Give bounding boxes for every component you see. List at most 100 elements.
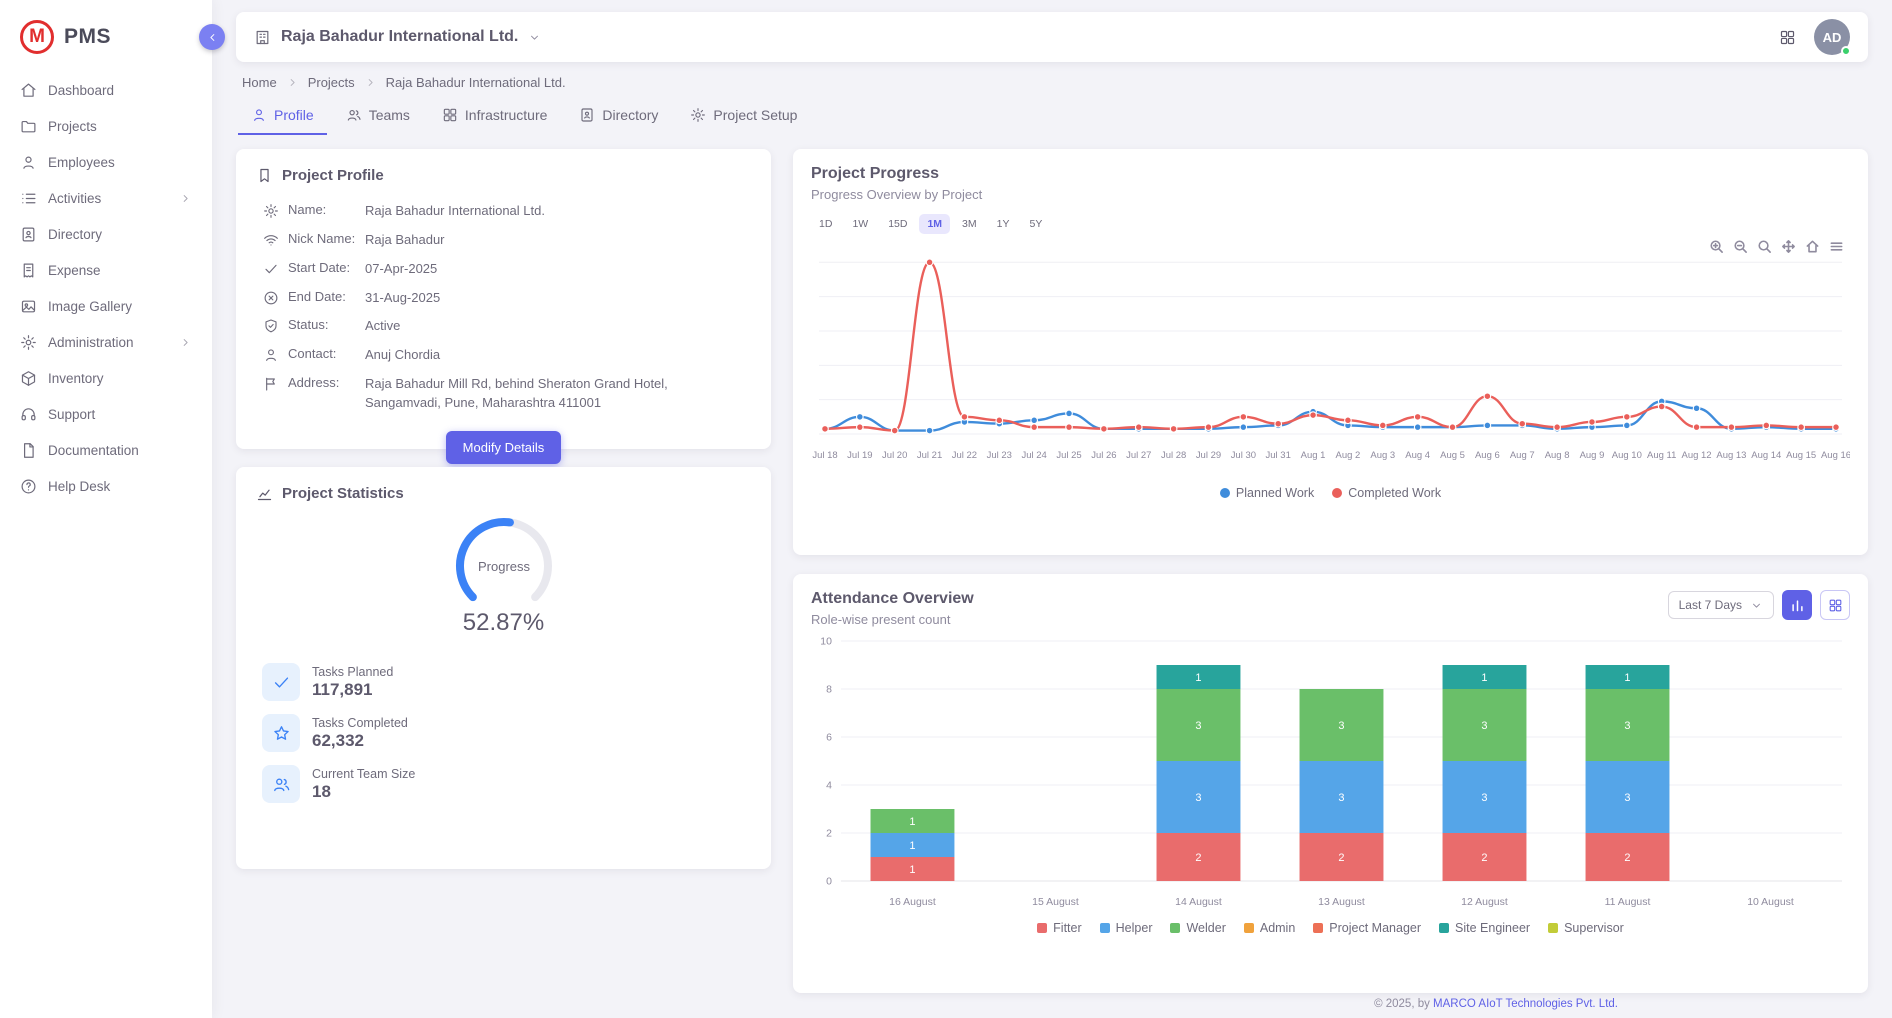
bookmark-icon bbox=[256, 167, 273, 184]
legend-marker bbox=[1244, 923, 1254, 933]
left-column: Project Profile Name: Raja Bahadur Inter… bbox=[236, 149, 771, 993]
svg-text:3: 3 bbox=[1624, 792, 1630, 804]
home-icon bbox=[20, 82, 37, 99]
card-header: Project Profile bbox=[256, 167, 751, 184]
field-name: Name: Raja Bahadur International Ltd. bbox=[256, 197, 751, 226]
svg-text:Aug 13: Aug 13 bbox=[1716, 450, 1746, 461]
field-label: End Date: bbox=[288, 289, 356, 304]
svg-text:1: 1 bbox=[909, 864, 915, 876]
svg-text:1: 1 bbox=[1624, 672, 1630, 684]
legend-item[interactable]: Admin bbox=[1244, 921, 1295, 935]
sidebar-item-label: Documentation bbox=[48, 443, 139, 458]
table-view-button[interactable] bbox=[1820, 590, 1850, 620]
user-icon bbox=[263, 347, 279, 363]
progress-line-chart[interactable]: Jul 18Jul 19Jul 20Jul 21Jul 22Jul 23Jul … bbox=[811, 236, 1850, 486]
legend-marker bbox=[1332, 488, 1342, 498]
company-selector[interactable]: Raja Bahadur International Ltd. bbox=[254, 28, 541, 46]
sidebar-item-image-gallery[interactable]: Image Gallery bbox=[10, 290, 202, 323]
modify-details-button[interactable]: Modify Details bbox=[446, 431, 562, 464]
legend-item[interactable]: Project Manager bbox=[1313, 921, 1421, 935]
tab-profile[interactable]: Profile bbox=[238, 99, 327, 135]
tab-directory[interactable]: Directory bbox=[566, 99, 671, 135]
svg-text:3: 3 bbox=[1338, 720, 1344, 732]
legend-marker bbox=[1439, 923, 1449, 933]
breadcrumb-home[interactable]: Home bbox=[242, 75, 277, 90]
svg-text:Jul 31: Jul 31 bbox=[1266, 450, 1291, 461]
sidebar-item-help-desk[interactable]: Help Desk bbox=[10, 470, 202, 503]
sidebar-collapse-button[interactable] bbox=[199, 24, 225, 50]
stat-tasks-completed: Tasks Completed 62,332 bbox=[262, 714, 751, 752]
legend-item[interactable]: Fitter bbox=[1037, 921, 1081, 935]
zoom-out-icon[interactable] bbox=[1733, 239, 1748, 254]
legend-item[interactable]: Supervisor bbox=[1548, 921, 1624, 935]
bar-chart-legend: Fitter Helper Welder Admin Project Manager Si… bbox=[811, 921, 1850, 935]
folder-icon bbox=[20, 118, 37, 135]
field-label: Name: bbox=[288, 202, 356, 217]
legend-item[interactable]: Planned Work bbox=[1220, 486, 1314, 500]
card-header: Project Statistics bbox=[256, 485, 751, 502]
sidebar-item-documentation[interactable]: Documentation bbox=[10, 434, 202, 467]
legend-item[interactable]: Helper bbox=[1100, 921, 1153, 935]
svg-text:1: 1 bbox=[1481, 672, 1487, 684]
zoom-in-icon[interactable] bbox=[1709, 239, 1724, 254]
legend-item[interactable]: Completed Work bbox=[1332, 486, 1441, 500]
svg-text:Jul 19: Jul 19 bbox=[847, 450, 872, 461]
help-circle-icon bbox=[20, 478, 37, 495]
chevron-right-icon bbox=[179, 192, 192, 205]
sidebar-item-activities[interactable]: Activities bbox=[10, 182, 202, 215]
tab-teams[interactable]: Teams bbox=[333, 99, 423, 135]
sidebar-item-expense[interactable]: Expense bbox=[10, 254, 202, 287]
sidebar-item-administration[interactable]: Administration bbox=[10, 326, 202, 359]
receipt-icon bbox=[20, 262, 37, 279]
card-title: Project Progress bbox=[811, 165, 1850, 183]
company-name: Raja Bahadur International Ltd. bbox=[281, 28, 518, 46]
range-5y[interactable]: 5Y bbox=[1021, 214, 1050, 234]
sidebar-item-label: Employees bbox=[48, 155, 115, 170]
sidebar-item-label: Inventory bbox=[48, 371, 104, 386]
sidebar-item-projects[interactable]: Projects bbox=[10, 110, 202, 143]
legend-marker bbox=[1548, 923, 1558, 933]
gauge-arc: Progress bbox=[429, 510, 579, 610]
logo-letter: M bbox=[29, 26, 45, 48]
range-selector: 1D 1W 15D 1M 3M 1Y 5Y bbox=[811, 214, 1850, 234]
bar-chart-icon bbox=[1790, 598, 1805, 613]
range-1w[interactable]: 1W bbox=[844, 214, 876, 234]
footer-company-link[interactable]: MARCO AIoT Technologies Pvt. Ltd. bbox=[1433, 998, 1618, 1010]
tab-project-setup[interactable]: Project Setup bbox=[677, 99, 810, 135]
sidebar-item-support[interactable]: Support bbox=[10, 398, 202, 431]
bar-view-button[interactable] bbox=[1782, 590, 1812, 620]
sidebar-item-directory[interactable]: Directory bbox=[10, 218, 202, 251]
breadcrumb: Home Projects Raja Bahadur International… bbox=[236, 62, 1868, 99]
attendance-bar-chart: 024681011116 August15 August233114 Augus… bbox=[811, 631, 1850, 921]
main-area: Raja Bahadur International Ltd. AD Home … bbox=[212, 0, 1892, 1018]
legend-label: Admin bbox=[1260, 921, 1295, 935]
tab-infrastructure[interactable]: Infrastructure bbox=[429, 99, 560, 135]
range-1y[interactable]: 1Y bbox=[989, 214, 1018, 234]
selection-zoom-icon[interactable] bbox=[1757, 239, 1772, 254]
home-reset-icon[interactable] bbox=[1805, 239, 1820, 254]
project-statistics-card: Project Statistics Progress 52.87% Tasks bbox=[236, 467, 771, 869]
pan-icon[interactable] bbox=[1781, 239, 1796, 254]
user-avatar[interactable]: AD bbox=[1814, 19, 1850, 55]
svg-text:10: 10 bbox=[820, 636, 832, 647]
svg-text:2: 2 bbox=[1195, 852, 1201, 864]
legend-item[interactable]: Welder bbox=[1170, 921, 1225, 935]
sidebar-item-label: Expense bbox=[48, 263, 101, 278]
svg-text:Aug 1: Aug 1 bbox=[1301, 450, 1326, 461]
breadcrumb-projects[interactable]: Projects bbox=[308, 75, 355, 90]
legend-item[interactable]: Site Engineer bbox=[1439, 921, 1530, 935]
sidebar-item-dashboard[interactable]: Dashboard bbox=[10, 74, 202, 107]
attendance-range-select[interactable]: Last 7 Days bbox=[1668, 591, 1774, 619]
sidebar-item-employees[interactable]: Employees bbox=[10, 146, 202, 179]
pms-logo: M bbox=[20, 20, 54, 54]
attendance-controls: Last 7 Days bbox=[1668, 590, 1850, 620]
stat-value: 117,891 bbox=[312, 680, 393, 700]
menu-icon[interactable] bbox=[1829, 239, 1844, 254]
range-15d[interactable]: 15D bbox=[880, 214, 915, 234]
range-1m[interactable]: 1M bbox=[919, 214, 950, 234]
range-3m[interactable]: 3M bbox=[954, 214, 985, 234]
svg-text:12 August: 12 August bbox=[1461, 897, 1508, 908]
apps-grid-icon[interactable] bbox=[1779, 29, 1796, 46]
range-1d[interactable]: 1D bbox=[811, 214, 840, 234]
sidebar-item-inventory[interactable]: Inventory bbox=[10, 362, 202, 395]
